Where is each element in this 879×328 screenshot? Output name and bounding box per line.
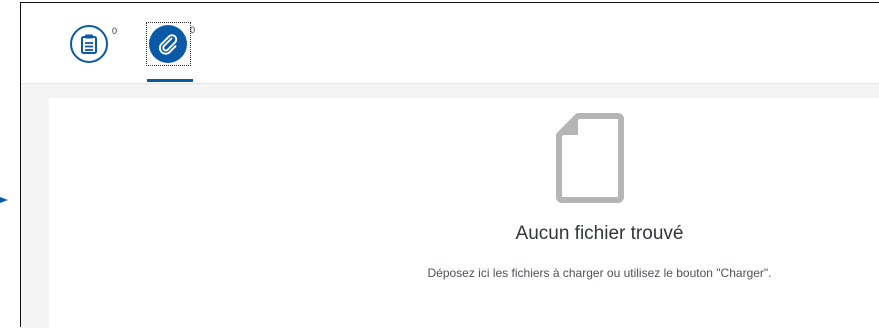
paperclip-icon — [158, 34, 178, 55]
arrow-right-icon — [0, 197, 8, 203]
selected-tab-indicator — [147, 79, 193, 82]
tab-notes[interactable]: 0 — [68, 23, 118, 69]
notes-icon — [81, 34, 97, 54]
empty-state-title: Aucun fichier trouvé — [515, 223, 684, 244]
icon-tab-bar: 0 0 — [21, 3, 879, 84]
upload-collection-panel[interactable]: Aucun fichier trouvé Déposez ici les fic… — [49, 98, 879, 328]
empty-file-icon — [556, 113, 624, 203]
left-gutter — [0, 0, 20, 327]
tab-attachments-count: 0 — [190, 25, 196, 35]
attachments-pane: 0 0 Aucun fichier trouvé Déposez ici les… — [20, 2, 879, 328]
empty-state-description: Déposez ici les fichiers à charger ou ut… — [427, 266, 772, 280]
tab-attachments[interactable]: 0 — [146, 22, 196, 69]
tab-notes-count: 0 — [112, 26, 118, 36]
